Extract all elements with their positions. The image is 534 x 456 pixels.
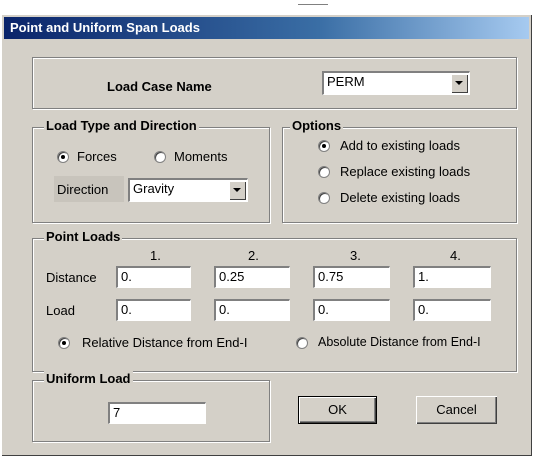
delete-existing-label[interactable]: Delete existing loads	[340, 190, 460, 205]
direction-label: Direction	[57, 182, 109, 197]
load-label: Load	[46, 303, 75, 318]
column-header-3: 3.	[350, 248, 361, 263]
delete-existing-radio[interactable]	[318, 192, 330, 204]
add-existing-label[interactable]: Add to existing loads	[340, 138, 460, 153]
distance-label: Distance	[46, 270, 97, 285]
column-header-2: 2.	[248, 248, 259, 263]
cancel-button-label: Cancel	[436, 402, 477, 417]
moments-radio[interactable]	[154, 151, 166, 163]
direction-value: Gravity	[133, 181, 175, 196]
load-input-1[interactable]: 0.	[116, 299, 191, 321]
ok-button-label: OK	[328, 402, 347, 417]
load-type-group	[32, 127, 270, 223]
moments-label[interactable]: Moments	[174, 149, 227, 164]
cancel-button[interactable]: Cancel	[416, 396, 497, 424]
distance-input-3[interactable]: 0.75	[313, 266, 390, 288]
add-existing-radio[interactable]	[318, 140, 330, 152]
window-title: Point and Uniform Span Loads	[10, 20, 200, 35]
absolute-distance-label[interactable]: Absolute Distance from End-I	[318, 335, 481, 349]
point-loads-legend: Point Loads	[44, 229, 123, 244]
load-type-legend: Load Type and Direction	[44, 118, 199, 133]
distance-input-4[interactable]: 1.	[413, 266, 491, 288]
radio-selected-dot	[62, 341, 66, 345]
absolute-distance-radio[interactable]	[296, 337, 308, 349]
background-strip	[0, 0, 534, 14]
relative-distance-radio[interactable]	[58, 337, 70, 349]
replace-existing-radio[interactable]	[318, 166, 330, 178]
distance-input-2[interactable]: 0.25	[214, 266, 290, 288]
forces-label[interactable]: Forces	[77, 149, 117, 164]
radio-selected-dot	[61, 155, 65, 159]
load-input-2[interactable]: 0.	[214, 299, 290, 321]
forces-radio[interactable]	[57, 151, 69, 163]
chevron-down-icon[interactable]	[451, 74, 468, 93]
relative-distance-label[interactable]: Relative Distance from End-I	[82, 335, 247, 350]
uniform-load-input[interactable]: 7	[108, 402, 206, 424]
load-case-label: Load Case Name	[107, 79, 212, 94]
load-case-value: PERM	[327, 74, 365, 89]
replace-existing-label[interactable]: Replace existing loads	[340, 164, 470, 179]
column-header-4: 4.	[450, 248, 461, 263]
ok-button[interactable]: OK	[298, 396, 377, 424]
distance-input-1[interactable]: 0.	[116, 266, 191, 288]
background-line	[298, 4, 328, 5]
chevron-down-icon[interactable]	[229, 181, 246, 200]
column-header-1: 1.	[150, 248, 161, 263]
load-input-4[interactable]: 0.	[413, 299, 491, 321]
load-case-select[interactable]: PERM	[322, 71, 470, 95]
radio-selected-dot	[322, 144, 326, 148]
uniform-load-legend: Uniform Load	[44, 371, 133, 386]
options-legend: Options	[290, 118, 344, 133]
direction-select[interactable]: Gravity	[128, 178, 248, 202]
load-input-3[interactable]: 0.	[313, 299, 390, 321]
